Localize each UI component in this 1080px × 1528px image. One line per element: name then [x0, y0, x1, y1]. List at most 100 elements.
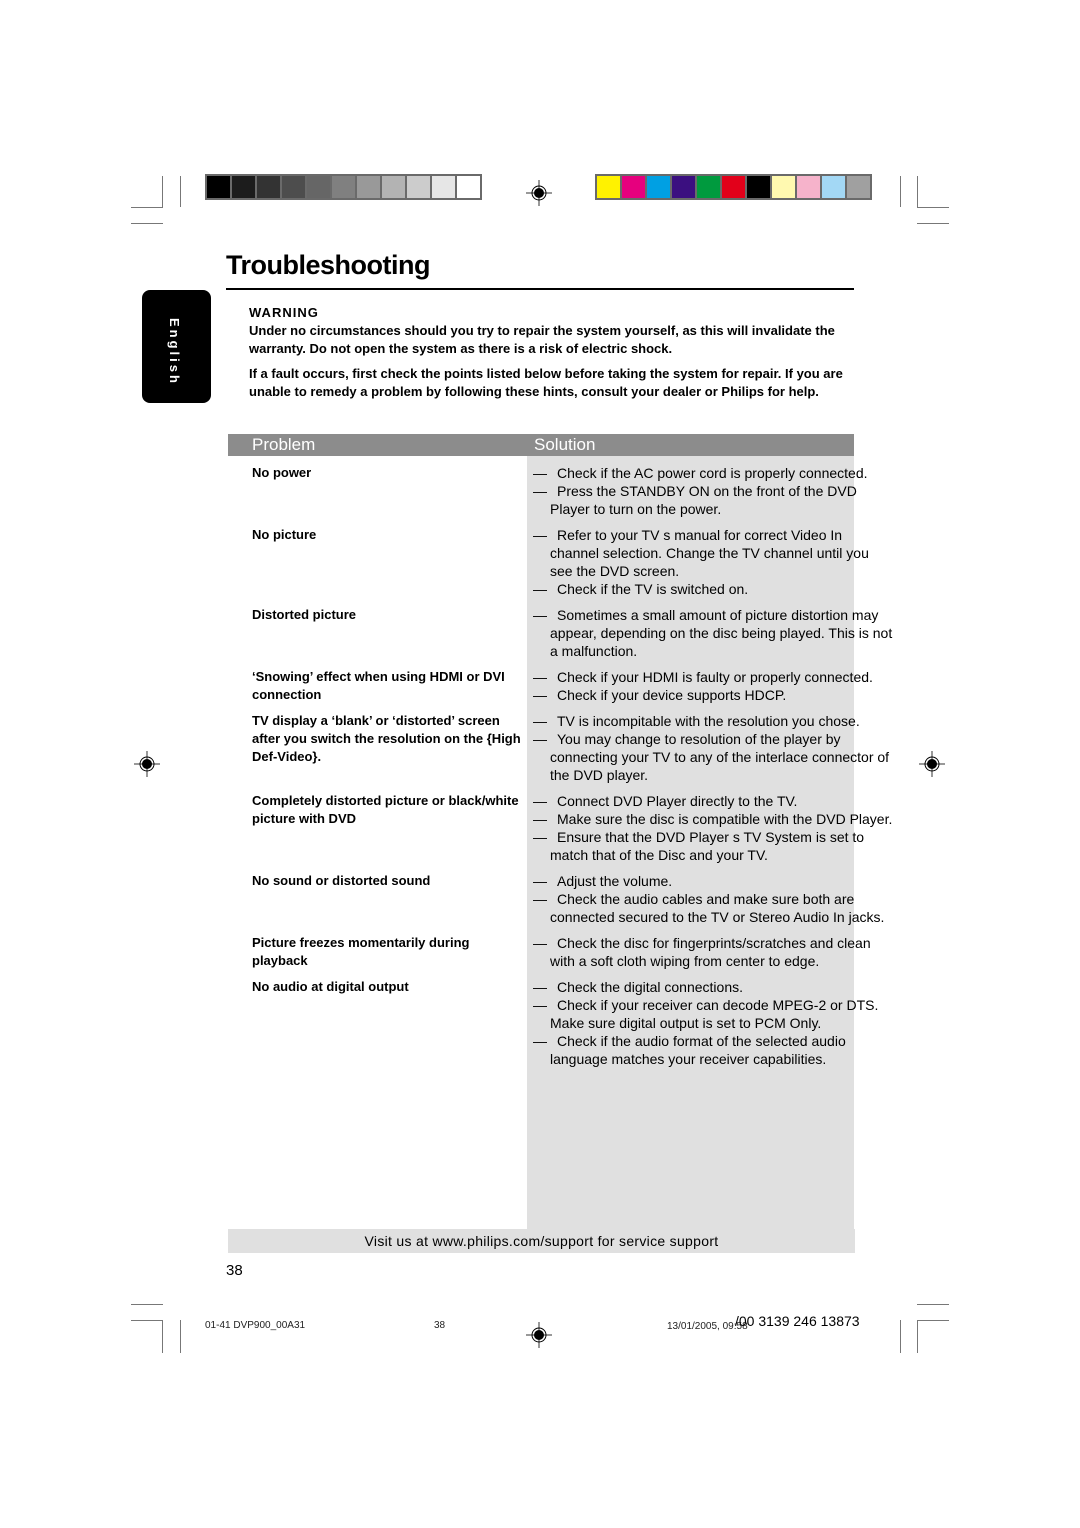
- grayscale-color-bar: [205, 174, 482, 200]
- solution-item: — TV is incompitable with the resolution …: [533, 712, 893, 730]
- problem-text: Completely distorted picture or black/wh…: [252, 793, 519, 826]
- dash-bullet: —: [533, 483, 547, 499]
- solution-text: Check the audio cables and make sure bot…: [550, 891, 885, 925]
- table-row: No picture — Refer to your TV s manual for…: [228, 526, 908, 598]
- solution-text: Adjust the volume.: [557, 873, 673, 889]
- color-swatch: [747, 176, 770, 198]
- solution-text: You may change to resolution of the play…: [550, 731, 890, 783]
- registration-mark-icon: [134, 751, 160, 777]
- solution-text: Check if your receiver can decode MPEG-2…: [550, 997, 879, 1031]
- dash-bullet: —: [533, 669, 547, 685]
- solution-item: — Check if the TV is switched on.: [533, 580, 893, 598]
- solution-item: — Check if the AC power cord is properly …: [533, 464, 893, 482]
- color-swatch: [822, 176, 845, 198]
- crop-mark: [131, 1320, 163, 1321]
- color-swatch: [407, 176, 430, 198]
- problem-text: Distorted picture: [252, 607, 357, 622]
- crop-mark: [131, 223, 163, 224]
- solution-item: — Sometimes a small amount of picture dis…: [533, 606, 893, 660]
- solution-list: — TV is incompitable with the resolution …: [527, 712, 893, 784]
- solution-item: — Ensure that the DVD Player s TV System …: [533, 828, 893, 864]
- color-swatch: [672, 176, 695, 198]
- solution-text: Press the STANDBY ON on the front of the…: [550, 483, 857, 517]
- crop-mark: [162, 176, 163, 207]
- solution-text: Sometimes a small amount of picture dist…: [550, 607, 893, 659]
- crop-mark: [131, 1304, 163, 1305]
- dash-bullet: —: [533, 731, 547, 747]
- dash-bullet: —: [533, 527, 547, 543]
- intro-text: If a fault occurs, first check the point…: [249, 366, 843, 399]
- solution-text: TV is incompitable with the resolution y…: [557, 713, 860, 729]
- dash-bullet: —: [533, 581, 547, 597]
- color-swatch: [622, 176, 645, 198]
- problem-text: No sound or distorted sound: [252, 873, 431, 888]
- support-footer: Visit us at www.philips.com/support for …: [228, 1229, 855, 1253]
- problem-text: TV display a ‘blank’ or ‘distorted’ scre…: [252, 713, 521, 764]
- solution-text: Check if the audio format of the selecte…: [550, 1033, 846, 1067]
- solution-text: Make sure the disc is compatible with th…: [557, 811, 893, 827]
- dash-bullet: —: [533, 687, 547, 703]
- problem-text: No power: [252, 465, 312, 480]
- cmyk-color-bar: [595, 174, 872, 200]
- registration-mark-icon: [919, 751, 945, 777]
- warning-heading: WARNING: [249, 305, 319, 320]
- solution-item: — Press the STANDBY ON on the front of th…: [533, 482, 893, 518]
- color-swatch: [797, 176, 820, 198]
- solution-list: — Connect DVD Player directly to the TV. —…: [527, 792, 893, 864]
- problem-text: No picture: [252, 527, 317, 542]
- crop-mark: [917, 1320, 949, 1321]
- slug-file: 01-41 DVP900_00A31: [205, 1320, 306, 1331]
- solution-list: — Check the disc for fingerprints/scratch…: [527, 934, 893, 970]
- color-swatch: [382, 176, 405, 198]
- dash-bullet: —: [533, 607, 547, 623]
- solution-item: — Check if the audio format of the select…: [533, 1032, 893, 1068]
- solution-list: — Check if your HDMI is faulty or properl…: [527, 668, 893, 704]
- solution-item: — Check the digital connections.: [533, 978, 893, 996]
- crop-mark: [917, 1304, 949, 1305]
- solution-text: Check the disc for fingerprints/scratche…: [550, 935, 871, 969]
- solution-text: Refer to your TV s manual for correct Vi…: [550, 527, 869, 579]
- dash-bullet: —: [533, 713, 547, 729]
- title-rule: [226, 288, 854, 290]
- solution-item: — Check the disc for fingerprints/scratch…: [533, 934, 893, 970]
- solution-text: Connect DVD Player directly to the TV.: [557, 793, 798, 809]
- solution-list: — Refer to your TV s manual for correct V…: [527, 526, 893, 598]
- page-number: 38: [226, 1262, 243, 1279]
- table-row: Picture freezes momentarily during playb…: [228, 934, 908, 970]
- solution-item: — Adjust the volume.: [533, 872, 893, 890]
- solution-text: Check the digital connections.: [557, 979, 743, 995]
- solution-item: — Make sure the disc is compatible with t…: [533, 810, 893, 828]
- problem-text: No audio at digital output: [252, 979, 409, 994]
- problem-text: ‘Snowing’ effect when using HDMI or DVI …: [252, 669, 505, 702]
- dash-bullet: —: [533, 979, 547, 995]
- registration-mark-icon: [526, 180, 552, 206]
- solution-list: — Check if the AC power cord is properly …: [527, 464, 893, 518]
- solution-item: — Refer to your TV s manual for correct V…: [533, 526, 893, 580]
- crop-mark: [162, 1320, 163, 1353]
- solution-item: — Connect DVD Player directly to the TV.: [533, 792, 893, 810]
- color-swatch: [232, 176, 255, 198]
- crop-mark: [900, 176, 901, 207]
- troubleshooting-table: No power — Check if the AC power cord is p…: [228, 464, 908, 1076]
- color-swatch: [357, 176, 380, 198]
- table-row: TV display a ‘blank’ or ‘distorted’ scre…: [228, 712, 908, 784]
- solution-text: Ensure that the DVD Player s TV System i…: [550, 829, 865, 863]
- crop-mark: [917, 1320, 918, 1353]
- crop-mark: [131, 207, 163, 208]
- color-swatch: [722, 176, 745, 198]
- dash-bullet: —: [533, 1033, 547, 1049]
- table-row: ‘Snowing’ effect when using HDMI or DVI …: [228, 668, 908, 704]
- crop-mark: [917, 207, 949, 208]
- color-swatch: [847, 176, 870, 198]
- page-title: Troubleshooting: [226, 250, 430, 280]
- solution-text: Check if your HDMI is faulty or properly…: [557, 669, 873, 685]
- color-swatch: [332, 176, 355, 198]
- dash-bullet: —: [533, 873, 547, 889]
- color-swatch: [432, 176, 455, 198]
- crop-mark: [180, 176, 181, 207]
- solution-item: — Check if your device supports HDCP.: [533, 686, 893, 704]
- color-swatch: [207, 176, 230, 198]
- solution-list: — Check the digital connections. — Check if…: [527, 978, 893, 1068]
- solution-item: — Check if your HDMI is faulty or properl…: [533, 668, 893, 686]
- warning-text: Under no circumstances should you try to…: [249, 323, 835, 356]
